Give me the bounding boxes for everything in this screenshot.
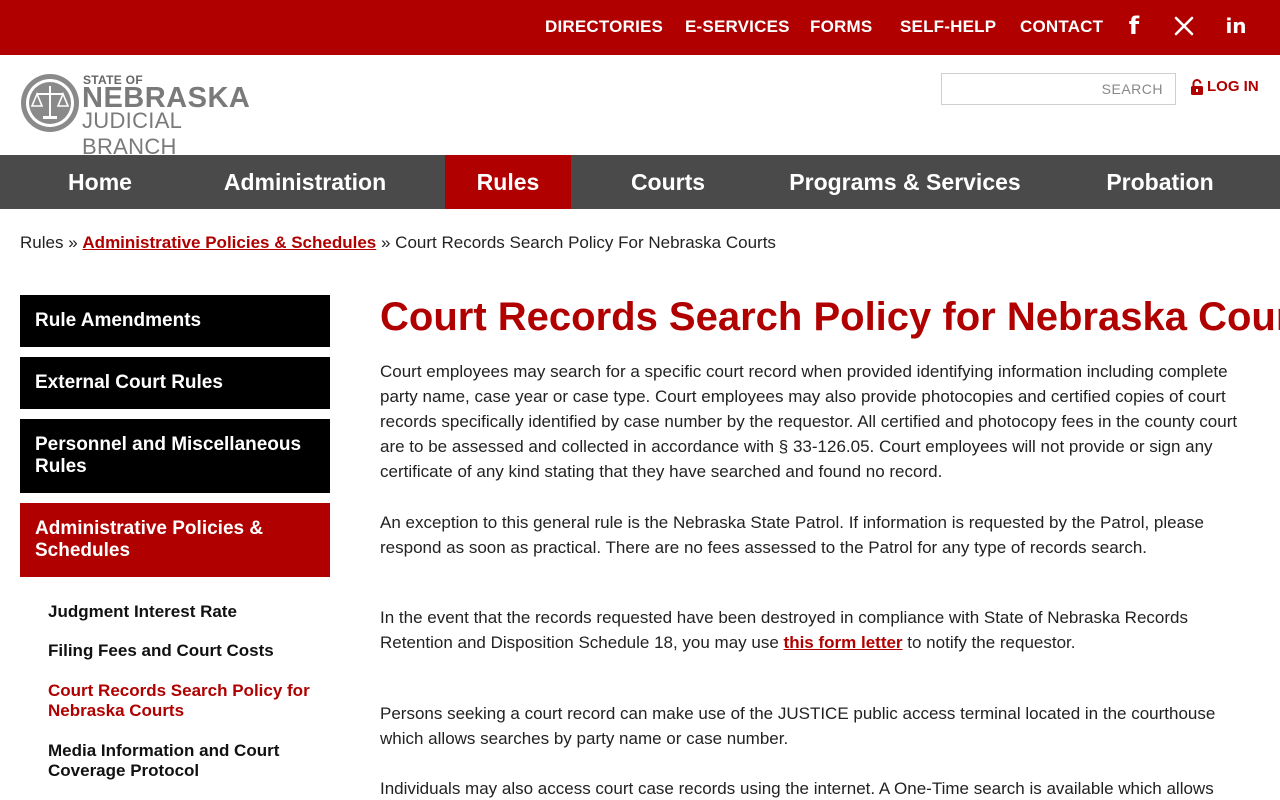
nav-courts[interactable]: Courts <box>605 155 731 209</box>
sidebar-sub-judgment-interest-rate[interactable]: Judgment Interest Rate <box>48 602 318 622</box>
state-seal-icon <box>21 74 79 132</box>
sidebar-personnel-misc-rules[interactable]: Personnel and Miscellaneous Rules <box>20 419 330 493</box>
breadcrumb-separator: » <box>68 233 78 252</box>
logo-judicial-branch-text: JUDICIAL BRANCH <box>82 108 182 159</box>
linkedin-icon[interactable]: in <box>1225 14 1247 38</box>
nav-administration[interactable]: Administration <box>205 155 405 209</box>
sidebar-admin-policies-schedules[interactable]: Administrative Policies & Schedules <box>20 503 330 577</box>
x-icon[interactable] <box>1173 14 1195 38</box>
breadcrumb-rules: Rules <box>20 233 64 252</box>
directories-link[interactable]: DIRECTORIES <box>545 17 663 37</box>
nav-probation[interactable]: Probation <box>1085 155 1235 209</box>
nav-home[interactable]: Home <box>40 155 160 209</box>
breadcrumb: Rules » Administrative Policies & Schedu… <box>20 233 776 253</box>
paragraph-text: to notify the requestor. <box>902 633 1076 652</box>
sidebar-sub-media-information[interactable]: Media Information and Court Coverage Pro… <box>48 741 318 781</box>
breadcrumb-current: Court Records Search Policy For Nebraska… <box>395 233 776 252</box>
contact-link[interactable]: CONTACT <box>1020 17 1103 37</box>
e-services-link[interactable]: E-SERVICES <box>685 17 790 37</box>
paragraph-internet-access: Individuals may also access court case r… <box>380 779 1214 798</box>
paragraph-destroyed-records: In the event that the records requested … <box>380 605 1260 655</box>
paragraph-state-patrol: An exception to this general rule is the… <box>380 513 1205 557</box>
search-input[interactable] <box>941 73 1176 105</box>
nav-rules[interactable]: Rules <box>445 155 571 209</box>
forms-link[interactable]: FORMS <box>810 17 872 37</box>
breadcrumb-separator: » <box>380 233 391 252</box>
sidebar-external-court-rules[interactable]: External Court Rules <box>20 357 330 409</box>
sidebar-sub-court-records-search[interactable]: Court Records Search Policy for Nebraska… <box>48 681 318 721</box>
lock-icon <box>1191 78 1203 95</box>
paragraph-justice-terminal: Persons seeking a court record can make … <box>380 704 1216 748</box>
paragraph-search-policy: Court employees may search for a specifi… <box>380 362 1238 481</box>
nav-programs-services[interactable]: Programs & Services <box>770 155 1040 209</box>
x-glyph <box>1174 16 1194 36</box>
linkedin-glyph: in <box>1225 14 1247 38</box>
facebook-icon[interactable]: f <box>1123 12 1145 40</box>
nebraska-judicial-branch-logo[interactable]: STATE OF NEBRASKA JUDICIAL BRANCH <box>20 72 282 159</box>
page-title: Court Records Search Policy for Nebraska… <box>380 295 1280 339</box>
login-link[interactable]: LOG IN <box>1190 78 1259 95</box>
top-utility-bar: DIRECTORIES E-SERVICES FORMS SELF-HELP C… <box>0 0 1280 55</box>
breadcrumb-admin-policies-link[interactable]: Administrative Policies & Schedules <box>82 233 376 252</box>
sidebar-sub-filing-fees[interactable]: Filing Fees and Court Costs <box>48 641 318 661</box>
main-navigation: Home Administration Rules Courts Program… <box>0 155 1280 209</box>
sidebar-rule-amendments[interactable]: Rule Amendments <box>20 295 330 347</box>
facebook-glyph: f <box>1128 12 1140 40</box>
login-label: LOG IN <box>1207 78 1259 95</box>
form-letter-link[interactable]: this form letter <box>784 633 903 652</box>
self-help-link[interactable]: SELF-HELP <box>900 17 996 37</box>
